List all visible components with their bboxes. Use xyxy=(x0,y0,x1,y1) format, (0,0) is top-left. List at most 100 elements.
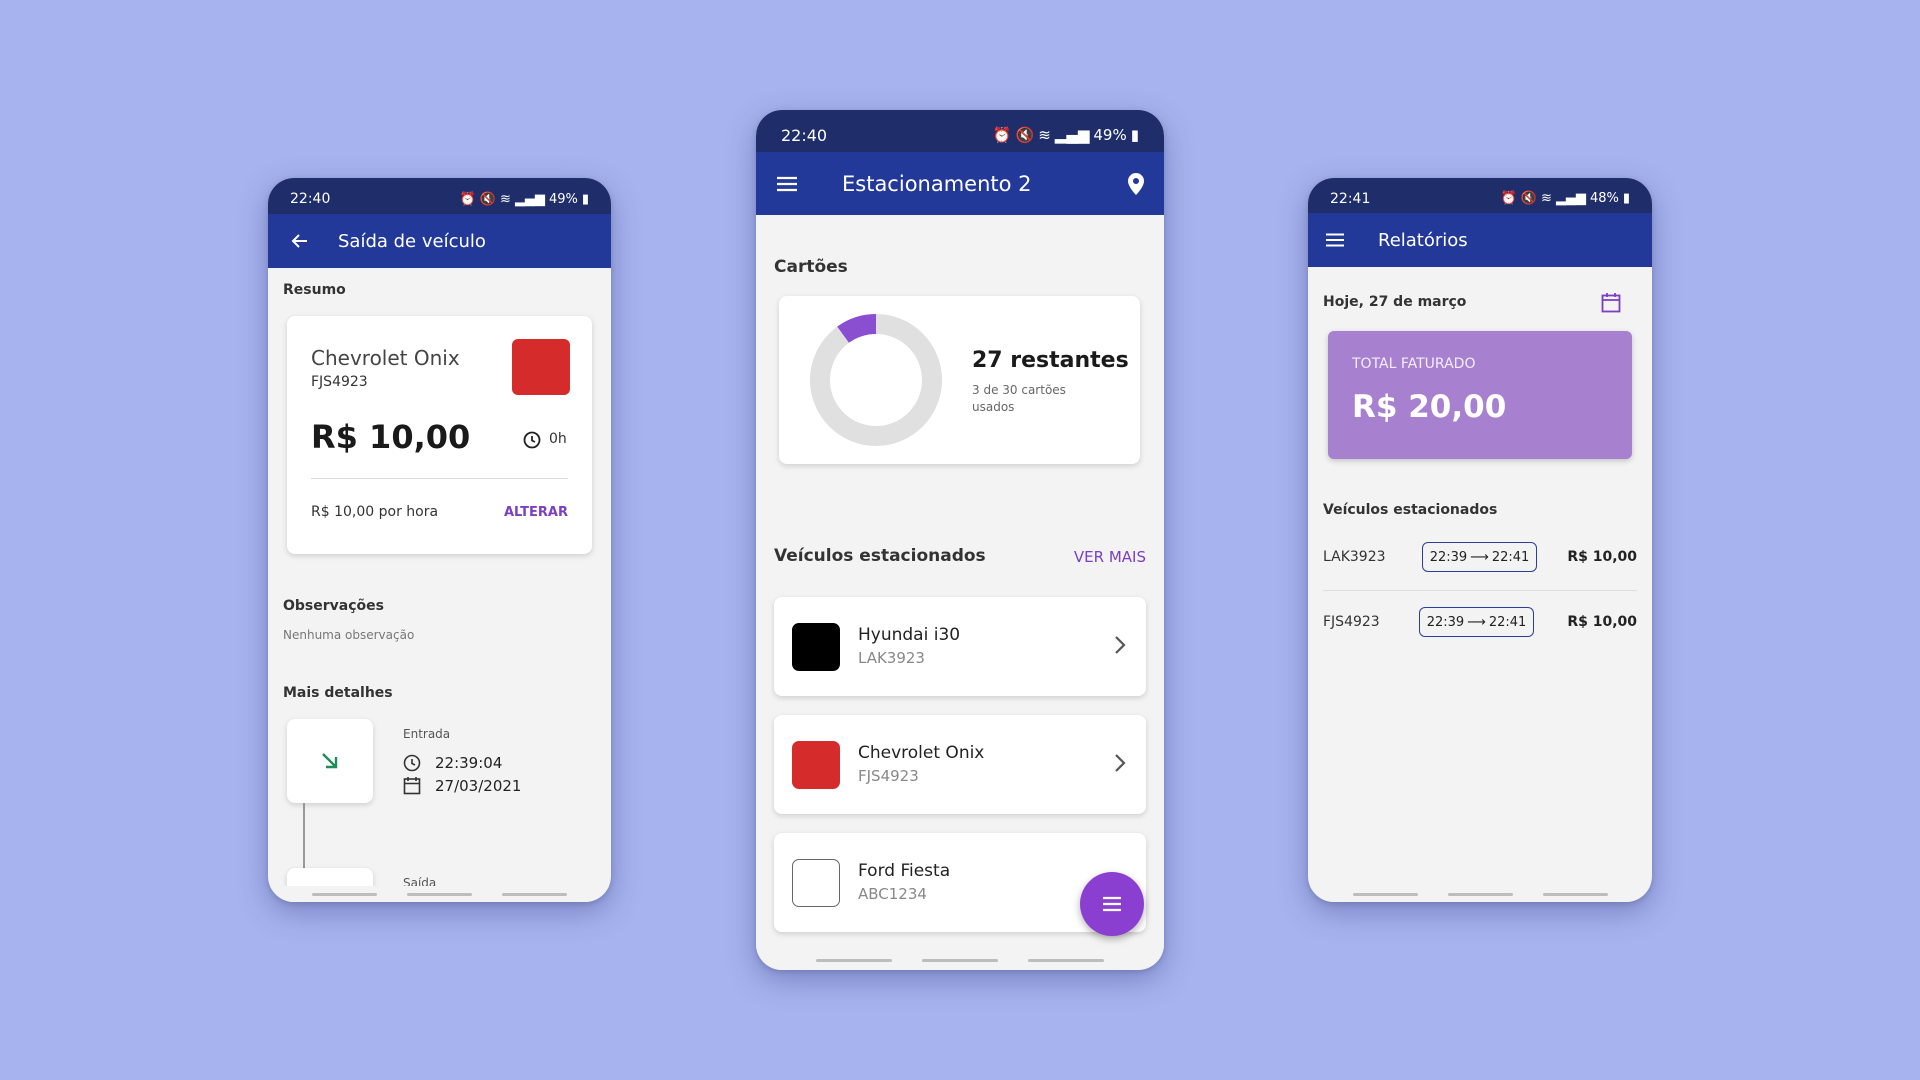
nav-handle xyxy=(756,959,1164,962)
duration-value: 0h xyxy=(549,431,567,447)
app-bar: Saída de veículo xyxy=(268,214,611,268)
time-range-badge: 22:39 ⟶ 22:41 xyxy=(1422,542,1537,572)
entry-label: Entrada xyxy=(403,727,451,741)
entry-date: 27/03/2021 xyxy=(435,777,522,795)
vehicle-card[interactable]: Hyundai i30 LAK3923 xyxy=(774,597,1146,696)
row-plate: LAK3923 xyxy=(1323,549,1386,565)
battery-percent: 49% xyxy=(548,191,578,207)
status-icons: ⏰ 🔇 ≋ ▂▄▆ 48% ▮ xyxy=(1501,185,1630,206)
mute-icon: 🔇 xyxy=(1015,126,1035,144)
calendar-icon xyxy=(403,776,421,795)
app-bar: Estacionamento 2 xyxy=(756,152,1164,215)
observations-label: Observações xyxy=(283,598,384,614)
car-plate: FJS4923 xyxy=(311,374,368,390)
arrow-right-icon: ⟶ xyxy=(1470,549,1489,565)
car-color-swatch xyxy=(792,859,840,907)
cards-remaining: 27 restantes xyxy=(972,348,1129,373)
row-price: R$ 10,00 xyxy=(1567,549,1637,565)
signal-icon: ▂▄▆ xyxy=(1054,126,1090,144)
entry-icon-box xyxy=(287,719,373,803)
car-model: Chevrolet Onix xyxy=(311,346,460,370)
time-range-badge: 22:39 ⟶ 22:41 xyxy=(1419,607,1534,637)
alarm-icon: ⏰ xyxy=(992,126,1012,144)
chevron-right-icon xyxy=(1114,753,1126,773)
status-bar: 22:40 ⏰ 🔇 ≋ ▂▄▆ 49% ▮ xyxy=(756,110,1164,152)
mute-icon: 🔇 xyxy=(479,191,497,207)
alarm-icon: ⏰ xyxy=(459,191,476,207)
row-price: R$ 10,00 xyxy=(1567,614,1637,630)
price-value: R$ 10,00 xyxy=(311,418,471,456)
cards-donut-chart xyxy=(810,314,942,446)
wifi-icon: ≋ xyxy=(1541,191,1552,206)
cards-used-arc xyxy=(837,314,877,344)
report-row[interactable]: LAK3923 22:39 ⟶ 22:41 R$ 10,00 xyxy=(1323,542,1637,574)
rate-text: R$ 10,00 por hora xyxy=(311,504,439,520)
vehicle-card[interactable]: Chevrolet Onix FJS4923 xyxy=(774,715,1146,814)
nav-handle xyxy=(268,893,611,896)
arrow-down-right-icon xyxy=(318,749,342,773)
vehicle-model: Hyundai i30 xyxy=(858,625,961,645)
menu-icon[interactable] xyxy=(776,175,802,193)
signal-icon: ▂▄▆ xyxy=(1555,191,1586,206)
row-end-time: 22:41 xyxy=(1488,614,1527,630)
observations-value: Nenhuma observação xyxy=(283,628,415,642)
see-more-button[interactable]: VER MAIS xyxy=(1074,548,1146,566)
alarm-icon: ⏰ xyxy=(1500,191,1517,206)
location-pin-icon[interactable] xyxy=(1126,172,1146,196)
arrow-right-icon: ⟶ xyxy=(1467,614,1486,630)
vehicle-model: Ford Fiesta xyxy=(858,861,951,881)
battery-percent: 49% xyxy=(1093,126,1127,144)
status-icons: ⏰ 🔇 ≋ ▂▄▆ 49% ▮ xyxy=(460,186,589,207)
cards-label: Cartões xyxy=(774,257,848,277)
battery-icon: ▮ xyxy=(1130,126,1139,144)
summary-label: Resumo xyxy=(283,282,346,298)
battery-percent: 48% xyxy=(1589,191,1619,206)
menu-icon xyxy=(1102,896,1122,912)
mute-icon: 🔇 xyxy=(1520,191,1538,206)
status-time: 22:41 xyxy=(1330,190,1371,207)
status-bar: 22:41 ⏰ 🔇 ≋ ▂▄▆ 48% ▮ xyxy=(1308,178,1652,213)
page-title: Estacionamento 2 xyxy=(842,171,1032,196)
status-icons: ⏰ 🔇 ≋ ▂▄▆ 49% ▮ xyxy=(993,118,1139,144)
summary-card: Chevrolet Onix FJS4923 R$ 10,00 0h R$ 10… xyxy=(287,316,592,554)
nav-handle xyxy=(1308,893,1652,896)
total-label: TOTAL FATURADO xyxy=(1352,356,1476,372)
wifi-icon: ≋ xyxy=(500,191,511,207)
row-end-time: 22:41 xyxy=(1491,549,1530,565)
menu-icon[interactable] xyxy=(1326,233,1344,247)
battery-icon: ▮ xyxy=(581,191,589,207)
status-time: 22:40 xyxy=(781,125,828,145)
bottom-gesture-bar xyxy=(756,946,1164,970)
page-title: Relatórios xyxy=(1378,229,1468,251)
report-row[interactable]: FJS4923 22:39 ⟶ 22:41 R$ 10,00 xyxy=(1323,607,1637,639)
clock-icon xyxy=(523,431,541,449)
total-card: TOTAL FATURADO R$ 20,00 xyxy=(1328,331,1632,459)
clock-icon xyxy=(403,754,421,772)
parked-label: Veículos estacionados xyxy=(774,546,986,566)
left-phone: 22:40 ⏰ 🔇 ≋ ▂▄▆ 49% ▮ Saída de veículo R… xyxy=(268,178,611,902)
row-plate: FJS4923 xyxy=(1323,614,1380,630)
arrow-left-icon[interactable] xyxy=(286,227,314,255)
wifi-icon: ≋ xyxy=(1038,126,1051,144)
page-title: Saída de veículo xyxy=(338,230,486,252)
calendar-icon[interactable] xyxy=(1601,292,1621,313)
chevron-right-icon xyxy=(1114,635,1126,655)
parked-label: Veículos estacionados xyxy=(1323,502,1498,518)
car-color-swatch xyxy=(792,741,840,789)
vehicle-model: Chevrolet Onix xyxy=(858,743,985,763)
signal-icon: ▂▄▆ xyxy=(514,191,545,207)
change-rate-button[interactable]: ALTERAR xyxy=(504,505,568,520)
row-divider xyxy=(1323,590,1637,591)
status-time: 22:40 xyxy=(290,191,331,207)
cards-summary-card: 27 restantes 3 de 30 cartões usados xyxy=(779,296,1140,464)
vehicle-plate: FJS4923 xyxy=(858,767,919,785)
entry-time: 22:39:04 xyxy=(435,754,503,772)
row-start-time: 22:39 xyxy=(1429,549,1468,565)
details-label: Mais detalhes xyxy=(283,685,393,701)
status-bar: 22:40 ⏰ 🔇 ≋ ▂▄▆ 49% ▮ xyxy=(268,178,611,214)
car-color-swatch xyxy=(512,339,570,395)
divider xyxy=(311,478,568,479)
right-phone: 22:41 ⏰ 🔇 ≋ ▂▄▆ 48% ▮ Relatórios Hoje, 2… xyxy=(1308,178,1652,902)
fab-menu-button[interactable] xyxy=(1080,872,1144,936)
row-start-time: 22:39 xyxy=(1426,614,1465,630)
